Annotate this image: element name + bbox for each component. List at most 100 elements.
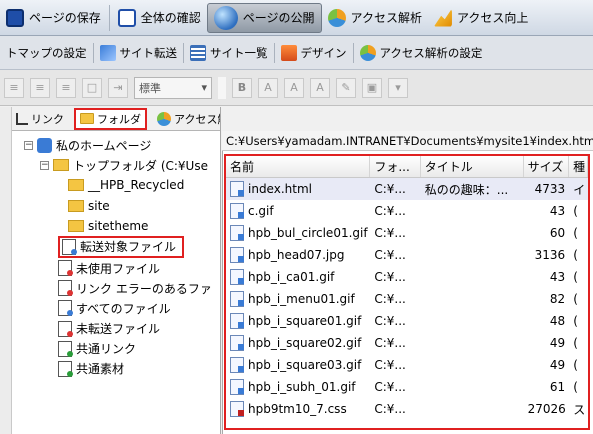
untransferred-file-icon <box>58 320 73 337</box>
image-file-icon <box>230 335 244 351</box>
folder-icon <box>53 159 69 172</box>
align-center-icon[interactable]: ≡ <box>30 77 50 98</box>
tab-access-analysis[interactable]: アクセス解析 <box>153 108 220 130</box>
insert-image-icon[interactable]: ▣ <box>362 77 382 98</box>
navigator-tabs: リンク フォルダ アクセス解析 <box>12 107 220 131</box>
tree-folder-site[interactable]: site <box>24 196 220 216</box>
all-files-icon <box>58 300 73 317</box>
table-row[interactable]: hpb9tm10_7.css C:¥... 27026 ス <box>226 398 588 420</box>
overview-button[interactable]: 全体の確認 <box>112 3 207 33</box>
design-button[interactable]: デザイン <box>275 44 353 61</box>
folder-icon <box>68 199 84 212</box>
improve-access-button[interactable]: アクセス向上 <box>428 3 534 33</box>
table-row[interactable]: hpb_bul_circle01.gif C:¥... 60 ( <box>226 222 588 244</box>
image-file-icon <box>230 269 244 285</box>
font-size-up-icon[interactable]: A <box>258 77 278 98</box>
save-page-button[interactable]: ページの保存 <box>0 3 107 33</box>
table-row[interactable]: hpb_i_square02.gif C:¥... 49 ( <box>226 332 588 354</box>
analytics-button[interactable]: アクセス解析 <box>322 3 428 33</box>
column-header-size[interactable]: サイズ <box>524 156 570 177</box>
highlight-icon[interactable]: ✎ <box>336 77 356 98</box>
indent-icon[interactable]: ⇥ <box>108 77 128 98</box>
folder-tree: − 私のホームページ − トップフォルダ (C:¥Use __HPB_Recycle… <box>24 135 220 379</box>
page-icon[interactable]: □ <box>82 77 102 98</box>
image-file-icon <box>230 225 244 241</box>
table-row[interactable]: index.html C:¥... 私のの趣味：... 4733 イ <box>226 178 588 200</box>
css-file-icon <box>230 401 244 417</box>
tree-shared-links[interactable]: 共通リンク <box>24 339 220 359</box>
font-size-down-icon[interactable]: A <box>284 77 304 98</box>
paragraph-style-select[interactable]: 標準 ▾ <box>134 76 212 99</box>
analytics-settings-icon <box>359 44 376 61</box>
sitemap-settings-button[interactable]: トマップの設定 <box>0 45 93 61</box>
tree-transfer-files[interactable]: 転送対象ファイル <box>58 235 184 258</box>
table-row[interactable]: hpb_i_subh_01.gif C:¥... 61 ( <box>226 376 588 398</box>
shared-material-icon <box>58 360 73 377</box>
tree-top-folder[interactable]: − トップフォルダ (C:¥Use <box>24 155 220 175</box>
image-file-icon <box>230 247 244 263</box>
tree-folder-recycled[interactable]: __HPB_Recycled <box>24 175 220 195</box>
tree-folder-sitetheme[interactable]: sitetheme <box>24 216 220 236</box>
image-file-icon <box>230 291 244 307</box>
image-file-icon <box>230 203 244 219</box>
access-settings-button[interactable]: アクセス解析の設定 <box>354 44 489 61</box>
main-toolbar: ページの保存 全体の確認 ページの公開 アクセス解析 アクセス向上 <box>0 0 593 36</box>
analytics-icon <box>157 111 171 126</box>
publish-page-button[interactable]: ページの公開 <box>206 2 322 33</box>
tree-root[interactable]: − 私のホームページ <box>24 135 220 155</box>
column-header-folder[interactable]: フォ... <box>370 156 421 177</box>
table-row[interactable]: hpb_head07.jpg C:¥... 3136 ( <box>226 244 588 266</box>
image-file-icon <box>230 357 244 373</box>
table-row[interactable]: hpb_i_square01.gif C:¥... 48 ( <box>226 310 588 332</box>
table-row[interactable]: hpb_i_menu01.gif C:¥... 82 ( <box>226 288 588 310</box>
toolbar-divider <box>108 4 110 31</box>
growth-icon <box>433 8 452 27</box>
design-icon <box>280 44 297 61</box>
tree-unused-files[interactable]: 未使用ファイル <box>24 258 220 278</box>
site-navigator-panel: リンク フォルダ アクセス解析 −私のホームページ −トップフォルダ (C:¥U… <box>0 107 221 434</box>
file-table: 名前 フォ... タイトル サイズ 種 index.html C:¥... 私の… <box>224 154 590 430</box>
collapse-icon[interactable]: − <box>24 140 33 150</box>
panel-edge <box>0 107 12 434</box>
table-row[interactable]: c.gif C:¥... 43 ( <box>226 200 588 222</box>
save-icon <box>6 8 24 27</box>
tab-link[interactable]: リンク <box>12 108 68 130</box>
image-file-icon <box>230 313 244 329</box>
link-icon <box>16 112 28 125</box>
transfer-icon <box>99 44 116 61</box>
align-left-icon[interactable]: ≡ <box>4 77 24 98</box>
list-icon <box>190 44 206 61</box>
more-icon[interactable]: ▾ <box>388 77 408 98</box>
tab-folder[interactable]: フォルダ <box>74 107 147 130</box>
image-file-icon <box>230 379 244 395</box>
transfer-file-icon <box>62 238 77 255</box>
tree-all-files[interactable]: すべてのファイル <box>24 298 220 318</box>
collapse-icon[interactable]: − <box>40 160 49 170</box>
format-toolbar: ≡ ≡ ≡ □ ⇥ 標準 ▾ B A A A ✎ ▣ ▾ <box>0 70 593 106</box>
html-file-icon <box>230 181 244 197</box>
table-row[interactable]: hpb_i_square03.gif C:¥... 49 ( <box>226 354 588 376</box>
site-toolbar: トマップの設定 サイト転送 サイト一覧 デザイン アクセス解析の設定 <box>0 36 593 70</box>
column-header-title[interactable]: タイトル <box>421 156 524 177</box>
table-row[interactable]: hpb_i_ca01.gif C:¥... 43 ( <box>226 266 588 288</box>
font-color-icon[interactable]: A <box>310 77 330 98</box>
pie-chart-icon <box>327 8 346 27</box>
unused-file-icon <box>58 260 73 277</box>
bold-button[interactable]: B <box>232 77 252 98</box>
site-list-button[interactable]: サイト一覧 <box>184 44 274 61</box>
table-header: 名前 フォ... タイトル サイズ 種 <box>226 156 588 178</box>
folder-icon <box>80 113 94 124</box>
current-path: C:¥Users¥yamadam.INTRANET¥Documents¥mysi… <box>222 131 593 151</box>
tree-untransferred-files[interactable]: 未転送ファイル <box>24 319 220 339</box>
homepage-icon <box>37 137 52 153</box>
column-header-type[interactable]: 種 <box>569 156 588 177</box>
globe-icon <box>213 5 238 30</box>
chevron-down-icon: ▾ <box>201 81 207 94</box>
tree-shared-materials[interactable]: 共通素材 <box>24 359 220 379</box>
site-transfer-button[interactable]: サイト転送 <box>94 44 184 61</box>
column-header-name[interactable]: 名前 <box>226 156 371 177</box>
link-error-icon <box>58 280 73 297</box>
tree-link-error-files[interactable]: リンク エラーのあるファ <box>24 278 220 298</box>
align-right-icon[interactable]: ≡ <box>56 77 76 98</box>
folder-icon <box>68 179 84 192</box>
